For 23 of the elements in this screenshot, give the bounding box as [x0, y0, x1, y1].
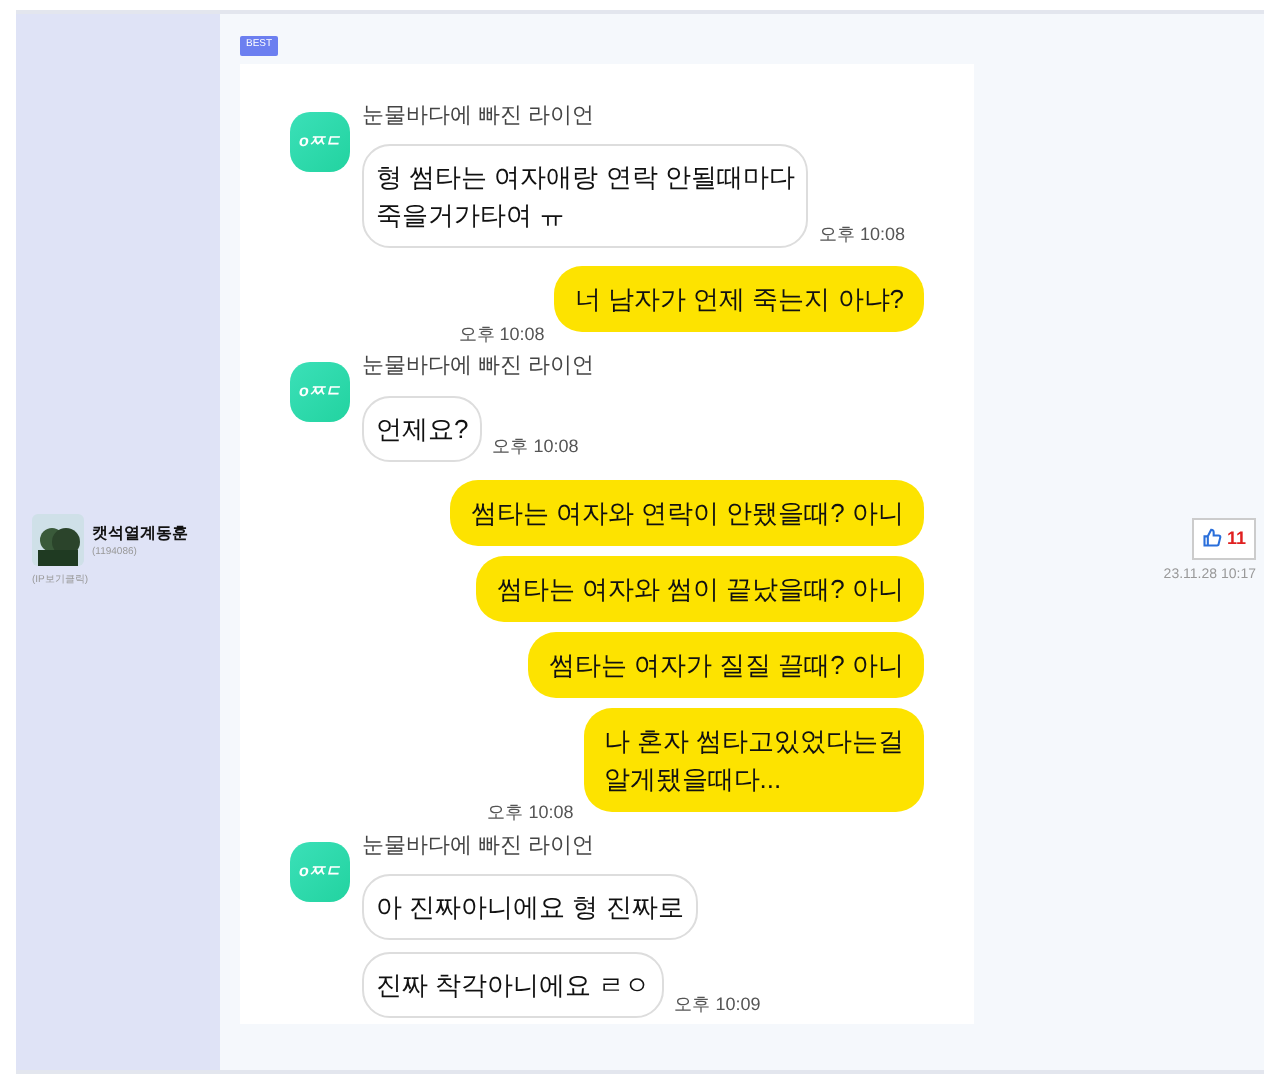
sender-name: 눈물바다에 빠진 라이언 — [362, 101, 597, 131]
author-name: 캣석열계동훈 — [92, 521, 188, 545]
sender-name: 눈물바다에 빠진 라이언 — [362, 352, 595, 382]
message-bubble: 언제요? — [362, 395, 483, 461]
message-bubble: 형 썸타는 여자애랑 연락 안될때마다 죽을거가타여 ㅠ — [362, 144, 809, 248]
message-time: 오후 10:08 — [487, 800, 574, 826]
message-bubble: 썸타는 여자와 썸이 끝났을때? 아니 — [476, 555, 924, 621]
message-bubble: 진짜 착각아니에요 ㄹㅇ — [362, 952, 665, 1018]
message-time: 오후 10:08 — [458, 321, 545, 347]
message-bubble: 아 진짜아니에요 형 진짜로 — [362, 874, 698, 940]
message-time: 오후 10:09 — [674, 991, 761, 1017]
message-bubble: 너 남자가 언제 죽는지 아냐? — [554, 266, 924, 332]
sender-name: 눈물바다에 빠진 라이언 — [362, 831, 597, 861]
app-logo-icon: oㅉㄷ — [290, 362, 350, 422]
message-bubble: 나 혼자 썸타고있었다는걸 알게됐을때다... — [583, 707, 924, 811]
message-bubble: 썸타는 여자와 연락이 안됐을때? 아니 — [450, 479, 924, 545]
thumbs-up-icon — [1202, 528, 1223, 549]
message-bubble: 썸타는 여자가 질질 끌때? 아니 — [528, 631, 924, 697]
message-time: 오후 10:08 — [492, 434, 579, 460]
like-button[interactable]: 11 — [1192, 517, 1256, 560]
app-logo-icon: oㅉㄷ — [290, 841, 350, 901]
app-logo-icon: oㅉㄷ — [290, 111, 350, 171]
message-time: 오후 10:08 — [818, 221, 905, 247]
